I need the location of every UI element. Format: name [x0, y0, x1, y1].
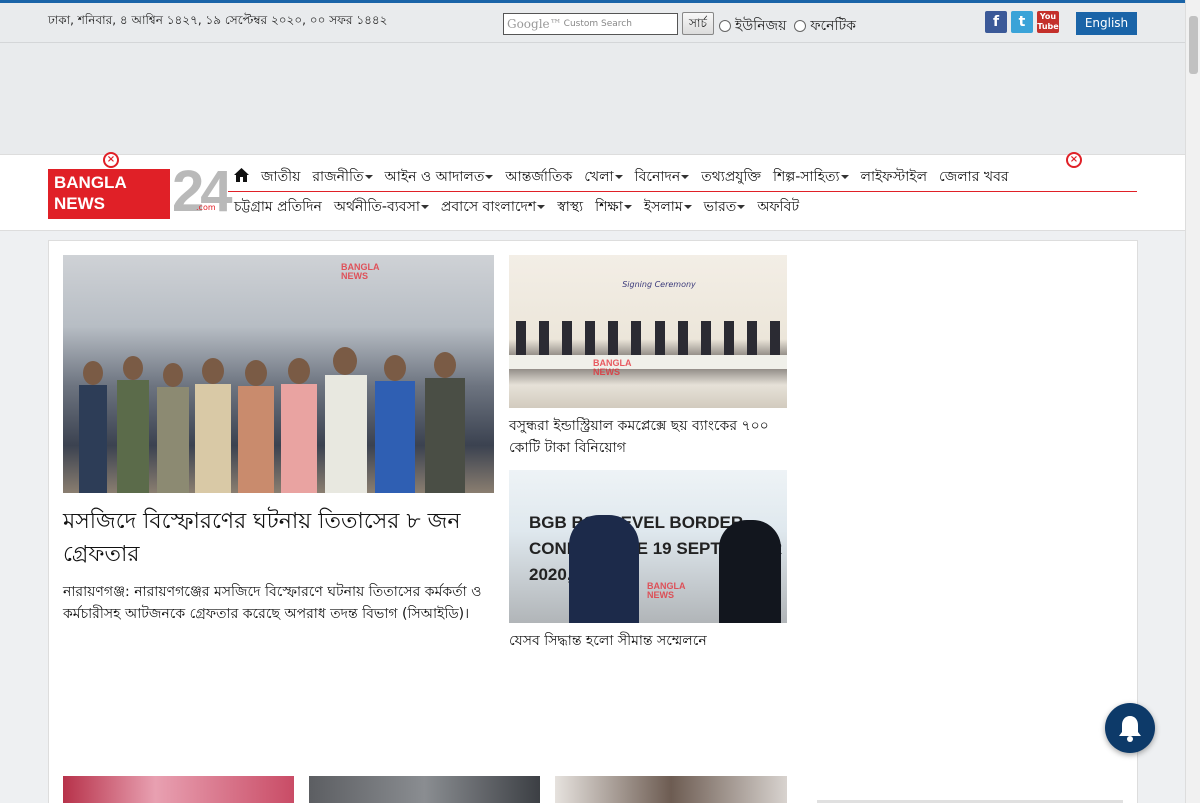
close-icon[interactable]: ×: [103, 152, 119, 168]
watermark: BANGLA NEWS: [593, 358, 632, 377]
caret-down-icon: [485, 174, 494, 179]
google-logo: Google™: [507, 17, 562, 31]
main-nav-row1: জাতীয় রাজনীতি আইন ও আদালত আন্তর্জাতিক খেলা ব…: [228, 162, 1137, 192]
top-bar: ঢাকা, শনিবার, ৪ আশ্বিন ১৪২৭, ১৯ সেপ্টেম্…: [0, 0, 1185, 43]
keyboard-layout-radio-group: ইউনিজয় ফনেটিক: [717, 14, 856, 38]
caret-down-icon: [614, 174, 623, 179]
scrollbar-thumb[interactable]: [1189, 16, 1198, 74]
nav-item-label: শিল্প-সাহিত্য: [772, 168, 840, 185]
row2-item[interactable]: প্রবাসে বাংলাদেশ: [435, 195, 551, 219]
watermark: BANGLA NEWS: [341, 262, 380, 281]
english-button[interactable]: English: [1076, 12, 1137, 35]
row1-item[interactable]: রাজনীতি: [306, 165, 378, 189]
nav-item-label: বিনোদন: [634, 168, 681, 185]
story-thumbnail[interactable]: [309, 776, 540, 803]
nav-item-label: খেলা: [584, 168, 614, 185]
caret-down-icon: [683, 205, 692, 209]
lead-story-title[interactable]: মসজিদে বিস্ফোরণের ঘটনায় তিতাসের ৮ জন গ্…: [63, 505, 494, 571]
vertical-scrollbar[interactable]: [1185, 0, 1200, 803]
nav-item-label: অফবিট: [757, 199, 800, 215]
row1-item[interactable]: শিল্প-সাহিত্য: [767, 165, 855, 189]
row1-item[interactable]: জাতীয়: [255, 165, 306, 189]
story-image-border-conference[interactable]: BGB BSF LEVEL BORDER CONFERENCE 19 SEPTE…: [509, 470, 787, 623]
row2-item[interactable]: শিক্ষা: [589, 195, 638, 219]
ad-banner-area: [0, 43, 1185, 154]
caret-down-icon: [537, 205, 546, 209]
nav-item-label: স্বাস্থ্য: [557, 199, 584, 215]
row1-item[interactable]: বিনোদন: [629, 165, 696, 189]
main-nav-row2: চট্টগ্রাম প্রতিদিন অর্থনীতি-ব্যবসা প্রবাসে…: [228, 193, 805, 221]
home-icon[interactable]: [228, 167, 255, 186]
search-button[interactable]: সার্চ: [682, 12, 714, 35]
caret-down-icon: [623, 205, 632, 209]
row2-item[interactable]: স্বাস্থ্য: [551, 195, 589, 219]
nav-item-label: তথ্যপ্রযুক্তি: [701, 168, 761, 185]
table-cloth: [509, 355, 787, 369]
lead-story-summary: নারায়ণগঞ্জ: নারায়ণগঞ্জের মসজিদে বিস্ফো…: [63, 584, 482, 622]
person-right: [719, 520, 781, 623]
unijoy-radio[interactable]: [719, 20, 731, 32]
row1-item[interactable]: খেলা: [578, 165, 628, 189]
nav-item-label: রাজনীতি: [312, 168, 364, 185]
nav-item-label: অর্থনীতি-ব্যবসা: [333, 199, 420, 215]
story-thumbnail[interactable]: [555, 776, 787, 803]
nav-item-label: শিক্ষা: [595, 199, 623, 215]
story-image-signing[interactable]: Signing Ceremony BANGLA NEWS: [509, 255, 787, 408]
nav-item-label: ভারত: [703, 199, 737, 215]
notification-bell-icon[interactable]: [1105, 703, 1155, 753]
caret-down-icon: [420, 205, 429, 209]
nav-item-label: আইন ও আদালত: [384, 168, 485, 185]
banner-text: Signing Ceremony: [622, 280, 696, 289]
people-row: [509, 317, 787, 357]
row1-item[interactable]: জেলার খবর: [933, 165, 1015, 189]
row2-item[interactable]: অফবিট: [751, 195, 805, 219]
date-text: ঢাকা, শনিবার, ৪ আশ্বিন ১৪২৭, ১৯ সেপ্টেম্…: [48, 13, 388, 27]
row1-item[interactable]: লাইফস্টাইল: [855, 165, 934, 189]
nav-item-label: জেলার খবর: [939, 168, 1009, 185]
lead-story-image[interactable]: BANGLA NEWS: [63, 255, 494, 493]
nav-item-label: লাইফস্টাইল: [860, 168, 928, 185]
unijoy-label: ইউনিজয়: [735, 18, 787, 34]
story-caption[interactable]: যেসব সিদ্ধান্ত হলো সীমান্ত সম্মেলনে: [509, 630, 787, 652]
row2-item[interactable]: ইসলাম: [638, 195, 698, 219]
caret-down-icon: [840, 174, 849, 179]
story-thumbnail[interactable]: [63, 776, 294, 803]
nav-item-label: আন্তর্জাতিক: [505, 168, 573, 185]
nav-item-label: জাতীয়: [261, 168, 301, 185]
story-caption[interactable]: বসুন্ধরা ইন্ডাস্ট্রিয়াল কমপ্লেক্সে ছয় …: [509, 415, 787, 459]
phonetic-label: ফনেটিক: [810, 18, 856, 34]
nav-item-label: প্রবাসে বাংলাদেশ: [440, 199, 537, 215]
search-placeholder: Custom Search: [563, 19, 632, 29]
row2-item[interactable]: চট্টগ্রাম প্রতিদিন: [228, 195, 328, 219]
row2-item[interactable]: অর্থনীতি-ব্যবসা: [328, 195, 435, 219]
logo-red-block: BANGLA NEWS: [48, 169, 170, 219]
sidebar-ad-area: [802, 255, 1124, 775]
caret-down-icon: [681, 174, 690, 179]
person-left: [569, 515, 639, 623]
logo-line1: BANGLA: [54, 173, 127, 192]
logo-line2: NEWS: [54, 194, 105, 213]
row1-item[interactable]: তথ্যপ্রযুক্তি: [695, 165, 767, 189]
nav-item-label: চট্টগ্রাম প্রতিদিন: [234, 199, 322, 215]
logo-domain: .com: [196, 203, 216, 212]
nav-item-label: ইসলাম: [643, 199, 683, 215]
group-photo-illustration: [79, 347, 465, 493]
watermark: BANGLA NEWS: [647, 581, 686, 600]
row2-item[interactable]: ভারত: [698, 195, 752, 219]
twitter-icon[interactable]: t: [1011, 11, 1033, 33]
youtube-icon[interactable]: You Tube: [1037, 11, 1059, 33]
facebook-icon[interactable]: f: [985, 11, 1007, 33]
caret-down-icon: [364, 174, 373, 179]
row1-item[interactable]: আইন ও আদালত: [379, 165, 500, 189]
phonetic-radio[interactable]: [794, 20, 807, 32]
logo-number: 24: [172, 159, 232, 224]
caret-down-icon: [737, 205, 746, 209]
row1-item[interactable]: আন্তর্জাতিক: [499, 165, 578, 189]
site-logo[interactable]: BANGLA NEWS 24 .com: [48, 163, 232, 221]
search-input[interactable]: Google™ Custom Search: [503, 13, 678, 35]
